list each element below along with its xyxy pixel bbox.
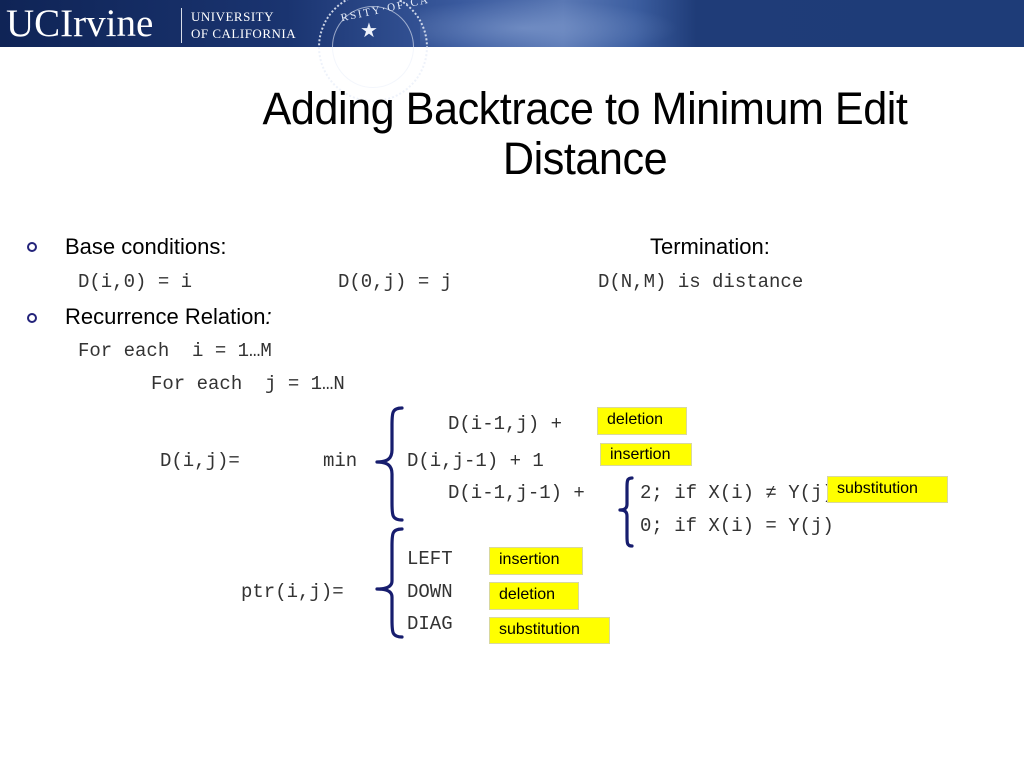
base-condition-rows: D(i,0) = i <box>78 271 193 293</box>
annotation-pointer-substitution: substitution <box>489 617 610 644</box>
bullet-circle-icon <box>27 242 37 252</box>
pointer-lhs: ptr(i,j)= <box>241 581 344 603</box>
uc-logo-text: UNIVERSITY OF CALIFORNIA <box>191 8 296 42</box>
slide-title-line2: Distance <box>502 133 668 184</box>
university-banner: UCIrvine UNIVERSITY OF CALIFORNIA RSITY·… <box>0 0 1024 102</box>
substitution-cost-brace-icon <box>618 476 634 548</box>
termination-label: Termination: <box>650 234 770 259</box>
inner-loop: For each j = 1…N <box>151 373 345 395</box>
min-operator: min <box>323 450 358 472</box>
bullet-base-conditions: Base conditions: <box>65 234 227 259</box>
termination-value: D(N,M) is distance <box>598 271 804 293</box>
pointer-down: DOWN <box>407 581 453 603</box>
uc-logo-line2: OF CALIFORNIA <box>191 26 297 41</box>
substitution-cost-brace-path <box>618 476 634 548</box>
outer-loop: For each i = 1…M <box>78 340 272 362</box>
bullet-recurrence-relation: Recurrence Relation: <box>65 304 272 330</box>
base-condition-columns: D(0,j) = j <box>338 271 453 293</box>
recurrence-label: Recurrence Relation <box>65 304 266 329</box>
recurrence-brace-icon <box>375 406 404 522</box>
case-substitution: D(i-1,j-1) + <box>448 482 585 504</box>
pointer-left: LEFT <box>407 548 453 570</box>
annotation-deletion: deletion <box>597 407 687 435</box>
annotation-substitution: substitution <box>827 476 948 503</box>
annotation-pointer-insertion: insertion <box>489 547 583 575</box>
annotation-pointer-deletion: deletion <box>489 582 579 610</box>
subcase-mismatch: 2; if X(i) ≠ Y(j) <box>640 482 834 504</box>
uci-logo-wordmark: UCIrvine <box>6 2 154 45</box>
slide-title-line1: Adding Backtrace to Minimum Edit <box>262 83 908 134</box>
banner-sheen <box>420 0 680 47</box>
case-insertion: D(i,j-1) + 1 <box>407 450 544 472</box>
slide-title: Adding Backtrace to Minimum Edit Distanc… <box>215 84 954 184</box>
annotation-insertion: insertion <box>600 443 692 466</box>
recurrence-brace-path <box>375 406 404 522</box>
logo-divider <box>181 8 182 43</box>
pointer-diag: DIAG <box>407 613 453 635</box>
recurrence-lhs: D(i,j)= <box>160 450 240 472</box>
uc-logo-line1: UNIVERSITY <box>191 9 274 24</box>
pointer-brace-icon <box>375 527 404 639</box>
seal-star-icon: ★ <box>360 20 378 42</box>
subcase-match: 0; if X(i) = Y(j) <box>640 515 834 537</box>
recurrence-colon: : <box>265 304 272 329</box>
bullet-circle-icon <box>27 313 37 323</box>
case-deletion: D(i-1,j) + <box>448 413 563 435</box>
pointer-brace-path <box>375 527 404 639</box>
